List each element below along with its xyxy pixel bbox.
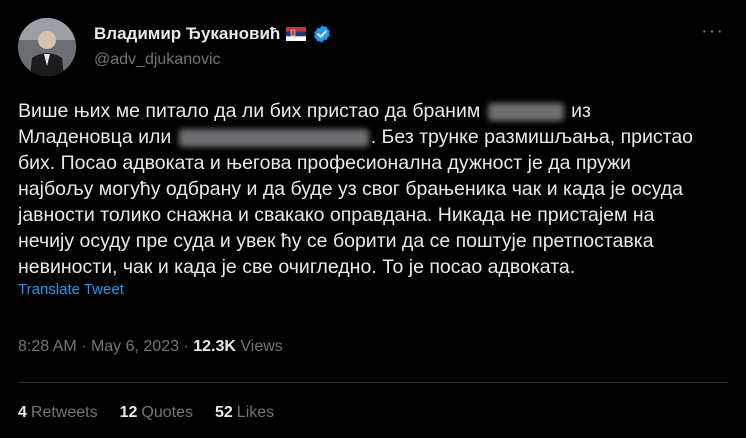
quotes-label: Quotes: [141, 404, 193, 421]
tweet-date[interactable]: May 6, 2023: [91, 338, 179, 355]
quotes-count: 12: [119, 404, 138, 421]
tweet-time[interactable]: 8:28 AM: [18, 338, 77, 355]
tweet-text: Више њих ме питало да ли бих пристао да …: [18, 98, 718, 280]
redacted-name: [178, 128, 369, 147]
divider: [18, 382, 728, 383]
tweet-meta: 8:28 AM · May 6, 2023 · 12.3K Views: [18, 338, 283, 356]
tweet-line: невиности, чак и када је све очигледно. …: [18, 256, 576, 278]
tweet-line: Младеновца или . Без трунке размишљања, …: [18, 124, 718, 150]
tweet-stats: 4 Retweets 12 Quotes 52 Likes: [18, 404, 274, 422]
tweet-line: Више њих ме питало да ли бих пристао да …: [18, 98, 718, 124]
meta-separator: ·: [81, 338, 87, 355]
tweet-text-segment: из: [571, 100, 591, 122]
author-display-name[interactable]: Владимир Ђукановић: [94, 24, 280, 44]
tweet-line: нечију осуду пре суда и увек ћу се борит…: [18, 230, 654, 252]
views-label: Views: [240, 338, 283, 355]
quotes-stat[interactable]: 12 Quotes: [120, 404, 193, 422]
retweets-label: Retweets: [30, 404, 98, 421]
meta-separator: ·: [183, 338, 189, 355]
redacted-name: [487, 102, 564, 121]
tweet-line: најбољу могућу одбрану и да буде уз свог…: [18, 178, 683, 200]
avatar[interactable]: [18, 18, 76, 76]
author-name-row: Владимир Ђукановић: [94, 24, 332, 44]
views-count: 12.3K: [193, 338, 236, 355]
serbia-flag-icon: [286, 27, 307, 41]
likes-count: 52: [215, 404, 233, 421]
tweet-text-segment: . Без трунке размишљања, пристао: [370, 126, 694, 148]
likes-stat[interactable]: 52 Likes: [215, 404, 274, 422]
tweet-line: бих. Посао адвоката и његова професионал…: [18, 152, 631, 174]
tweet-text-segment: Младеновца или: [18, 126, 172, 148]
translate-tweet-link[interactable]: Translate Tweet: [18, 281, 124, 298]
author-handle[interactable]: @adv_djukanovic: [94, 51, 221, 69]
verified-badge-icon: [312, 24, 332, 44]
likes-label: Likes: [236, 404, 275, 421]
more-options-icon[interactable]: ···: [701, 21, 724, 41]
tweet-text-segment: Више њих ме питало да ли бих пристао да …: [18, 100, 481, 122]
retweets-count: 4: [18, 404, 27, 421]
tweet-line: јавности толико снажна и свакако оправда…: [18, 204, 655, 226]
retweets-stat[interactable]: 4 Retweets: [18, 404, 98, 422]
